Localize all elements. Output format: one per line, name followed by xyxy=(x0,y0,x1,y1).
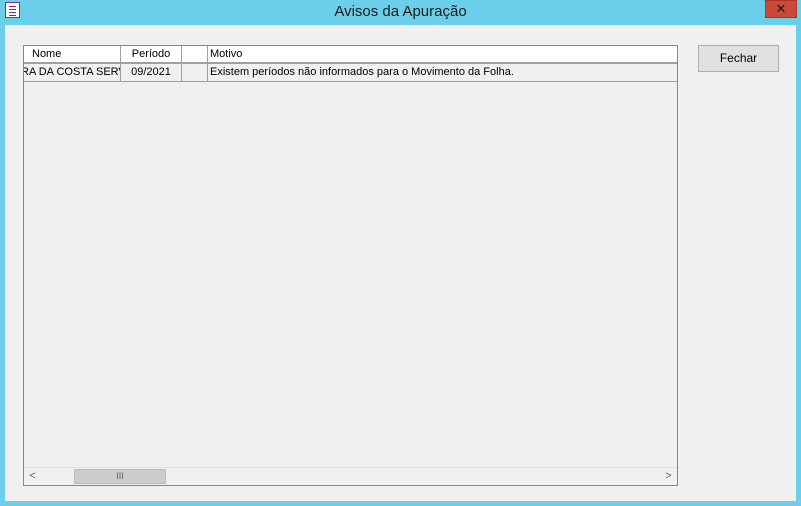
cell-motivo: Existem períodos não informados para o M… xyxy=(210,66,514,78)
column-header-motivo[interactable]: Motivo xyxy=(208,46,677,62)
table-row[interactable]: RA DA COSTA SERV 09/2021 Existem período… xyxy=(24,64,677,82)
dialog-client-area: Nome Período Motivo RA DA COSTA SERV 09/… xyxy=(5,25,796,501)
window-title: Avisos da Apuração xyxy=(334,3,467,20)
scroll-left-icon[interactable]: < xyxy=(24,468,41,485)
column-header-blank[interactable] xyxy=(182,46,208,62)
cell-periodo: 09/2021 xyxy=(121,64,182,81)
cell-nome: RA DA COSTA SERV xyxy=(24,64,121,81)
cell-blank xyxy=(182,64,208,81)
grid-header: Nome Período Motivo xyxy=(24,46,677,64)
scroll-thumb[interactable]: III xyxy=(74,469,166,484)
column-header-nome[interactable]: Nome xyxy=(24,46,121,62)
title-bar[interactable]: Avisos da Apuração ✕ xyxy=(0,0,801,24)
scroll-right-icon[interactable]: > xyxy=(660,468,677,485)
fechar-button[interactable]: Fechar xyxy=(698,45,779,72)
horizontal-scrollbar[interactable]: < III > xyxy=(24,467,677,485)
column-header-periodo[interactable]: Período xyxy=(121,46,182,62)
warnings-grid[interactable]: Nome Período Motivo RA DA COSTA SERV 09/… xyxy=(23,45,678,486)
close-button[interactable]: ✕ xyxy=(765,0,797,18)
dialog-window: Avisos da Apuração ✕ Nome Período Motivo… xyxy=(0,0,801,506)
